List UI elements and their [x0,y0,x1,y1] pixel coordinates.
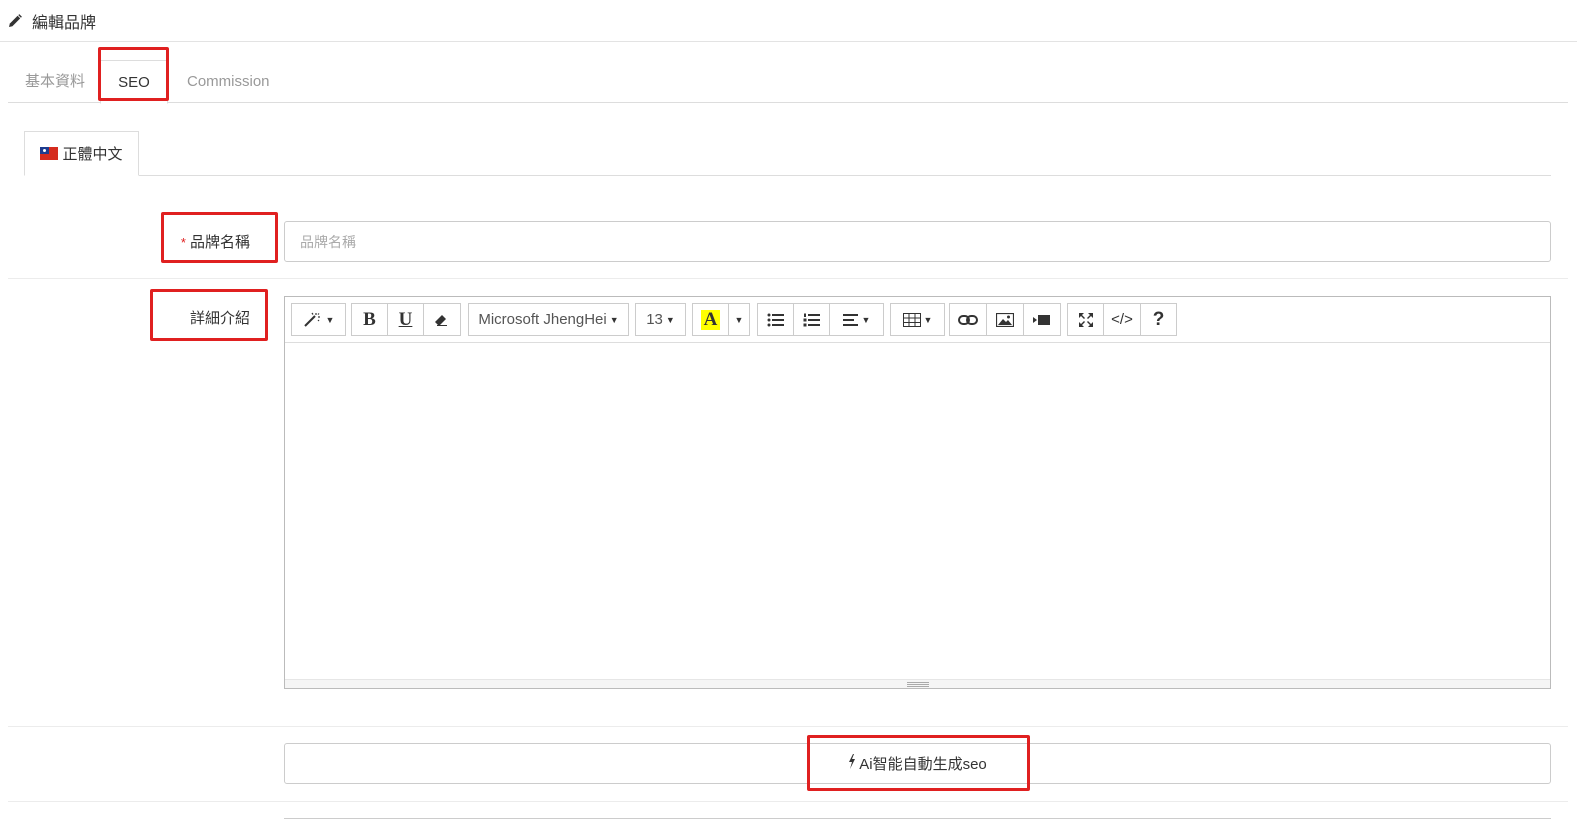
link-icon [958,314,978,326]
language-tab-label: 正體中文 [62,146,123,163]
insert-video-button[interactable] [1023,303,1061,336]
resize-grip-icon [906,681,929,687]
taiwan-flag-icon [40,147,59,160]
editor-resize-handle[interactable] [285,679,1550,688]
fullscreen-button[interactable] [1067,303,1104,336]
table-icon [902,312,921,327]
editor-toolbar: ▼ B U Microsoft JhengHei ▼ 13 ▼ A ▼ ▼ ▼ … [285,297,1550,343]
color-dropdown-toggle[interactable]: ▼ [728,303,750,336]
chevron-down-icon: ▼ [734,314,744,325]
ordered-list-button[interactable] [793,303,830,336]
brand-name-label-text: 品牌名稱 [189,234,250,251]
fullscreen-icon [1078,312,1094,328]
align-left-icon [842,313,859,326]
magic-wand-icon [303,312,323,328]
font-size-dropdown[interactable]: 13 ▼ [635,303,686,336]
code-icon: </> [1111,311,1133,328]
main-tabs: 基本資料 SEO Commission [8,46,1568,104]
row-divider [8,278,1568,279]
table-dropdown[interactable]: ▼ [890,303,945,336]
pencil-icon [6,12,24,30]
ai-generate-seo-button[interactable]: Ai智能自動生成seo [284,743,1551,784]
insert-link-button[interactable] [949,303,987,336]
tab-commission[interactable]: Commission [187,60,270,103]
eraser-icon [434,313,450,327]
editor-content-area[interactable] [285,343,1550,680]
video-icon [1033,314,1051,326]
bolt-icon [848,754,856,773]
clear-format-button[interactable] [423,303,461,336]
font-family-dropdown[interactable]: Microsoft JhengHei ▼ [468,303,629,336]
underline-button[interactable]: U [387,303,424,336]
row-divider [8,801,1568,802]
paragraph-align-dropdown[interactable]: ▼ [829,303,884,336]
description-label: 詳細介紹 [189,310,250,327]
row-divider [8,726,1568,727]
highlight-color-icon: A [700,309,721,330]
insert-image-button[interactable] [986,303,1024,336]
style-dropdown-button[interactable]: ▼ [291,303,346,336]
unordered-list-icon [767,313,785,327]
help-button[interactable]: ? [1140,303,1177,336]
tab-seo[interactable]: SEO [100,60,168,104]
brand-name-input[interactable] [284,221,1551,262]
ordered-list-icon [803,313,821,327]
tab-basic-info[interactable]: 基本資料 [25,60,85,103]
required-mark: * [180,235,186,250]
language-tabs: 正體中文 [24,131,1551,176]
image-icon [996,312,1014,327]
unordered-list-button[interactable] [757,303,794,336]
page-title: 編輯品牌 [32,14,97,32]
brand-name-label: * 品牌名稱 [170,231,250,252]
code-view-button[interactable]: </> [1103,303,1141,336]
highlight-color-button[interactable]: A [692,303,729,336]
next-field-input[interactable] [284,818,1551,830]
page-header: 編輯品牌 [0,0,1577,42]
help-icon: ? [1152,308,1165,330]
bold-button[interactable]: B [351,303,388,336]
rich-text-editor: ▼ B U Microsoft JhengHei ▼ 13 ▼ A ▼ ▼ ▼ … [284,296,1551,689]
ai-generate-seo-label: Ai智能自動生成seo [859,756,987,773]
tab-language-zh-tw[interactable]: 正體中文 [24,131,139,176]
